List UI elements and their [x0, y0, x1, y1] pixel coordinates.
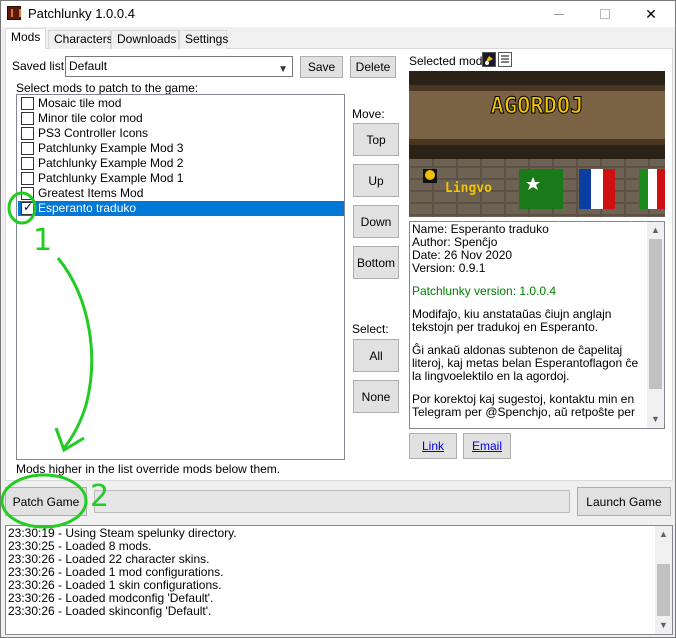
mod-item-label: Patchlunky Example Mod 3 — [38, 141, 184, 155]
scroll-up-icon[interactable]: ▲ — [655, 526, 672, 543]
move-up-button[interactable]: Up — [353, 164, 399, 197]
mod-checkbox[interactable] — [21, 157, 34, 170]
log-line: 23:30:26 - Loaded skinconfig 'Default'. — [8, 604, 212, 618]
mod-checkbox[interactable] — [21, 142, 34, 155]
move-down-button[interactable]: Down — [353, 205, 399, 238]
minimize-button[interactable] — [536, 1, 582, 27]
mod-item-label: Minor tile color mod — [38, 111, 143, 125]
title-bar: Patchlunky 1.0.0.4 ✕ — [1, 1, 675, 27]
tab-downloads[interactable]: Downloads — [111, 30, 179, 49]
mod-item[interactable]: Patchlunky Example Mod 3 — [18, 141, 344, 156]
mod-item-label: Esperanto traduko — [38, 201, 137, 215]
link-button-label: Link — [421, 439, 444, 453]
scroll-down-icon[interactable]: ▼ — [647, 411, 664, 428]
document-lines-icon — [501, 55, 509, 63]
mod-item-label: Mosaic tile mod — [38, 96, 122, 110]
mod-checkbox[interactable] — [21, 172, 34, 185]
log-output[interactable]: 23:30:19 - Using Steam spelunky director… — [5, 525, 673, 635]
minimize-icon — [554, 13, 564, 15]
saved-list-dropdown[interactable]: Default ▼ — [65, 56, 293, 77]
mod-checkbox[interactable] — [21, 127, 34, 140]
mod-item[interactable]: Greatest Items Mod — [18, 186, 344, 201]
scroll-down-icon[interactable]: ▼ — [655, 617, 672, 634]
patch-progress-bar — [94, 490, 570, 513]
select-none-button[interactable]: None — [353, 380, 399, 413]
mod-item-label: PS3 Controller Icons — [38, 126, 149, 140]
selected-mod-label: Selected mod: — [409, 54, 486, 68]
move-bottom-button[interactable]: Bottom — [353, 246, 399, 279]
mod-checkbox[interactable] — [21, 97, 34, 110]
log-scrollbar[interactable]: ▲ ▼ — [655, 526, 672, 634]
mod-item[interactable]: PS3 Controller Icons — [18, 126, 344, 141]
save-button[interactable]: Save — [300, 56, 343, 78]
select-label: Select: — [352, 322, 389, 336]
mod-item-selected[interactable]: Esperanto traduko — [18, 200, 344, 216]
move-label: Move: — [352, 107, 385, 121]
close-icon: ✕ — [645, 5, 657, 22]
mod-checkbox[interactable] — [21, 187, 34, 200]
mod-item[interactable]: Mosaic tile mod — [18, 96, 344, 111]
window-title: Patchlunky 1.0.0.4 — [28, 6, 135, 21]
text-view-icon[interactable] — [498, 52, 512, 67]
saved-list-label: Saved list: — [12, 59, 68, 73]
scroll-thumb[interactable] — [649, 239, 662, 389]
mod-item-label: Greatest Items Mod — [38, 186, 144, 200]
preview-subtitle: Lingvo — [445, 181, 492, 196]
patchlunky-version: Patchlunky version: 1.0.0.4 — [412, 284, 557, 298]
mod-item-label: Patchlunky Example Mod 1 — [38, 171, 184, 185]
mod-item-label: Patchlunky Example Mod 2 — [38, 156, 184, 170]
tab-mods[interactable]: Mods — [5, 28, 46, 49]
close-button[interactable]: ✕ — [628, 1, 674, 27]
override-note: Mods higher in the list override mods be… — [16, 462, 281, 476]
mod-item[interactable]: Patchlunky Example Mod 1 — [18, 171, 344, 186]
image-view-icon[interactable] — [482, 52, 496, 67]
patch-game-button[interactable]: Patch Game — [5, 487, 87, 516]
app-window: Patchlunky 1.0.0.4 ✕ Mods Characters Dow… — [0, 0, 676, 638]
mod-description-2: Ĝi ankaŭ aldonas subtenon de ĉapelitaj l… — [412, 343, 639, 383]
preview-art: AGORDOJ Lingvo — [409, 71, 665, 217]
scroll-thumb[interactable] — [657, 564, 670, 616]
link-button[interactable]: Link — [409, 433, 457, 459]
preview-title: AGORDOJ — [491, 94, 584, 119]
mod-item[interactable]: Patchlunky Example Mod 2 — [18, 156, 344, 171]
select-all-button[interactable]: All — [353, 339, 399, 372]
paint-icon — [485, 56, 493, 65]
maximize-button[interactable] — [582, 1, 628, 27]
mod-preview-image: AGORDOJ Lingvo — [409, 71, 665, 217]
tab-settings[interactable]: Settings — [179, 30, 228, 49]
mod-list[interactable]: Mosaic tile mod Minor tile color mod PS3… — [16, 94, 345, 460]
mod-item[interactable]: Minor tile color mod — [18, 111, 344, 126]
launch-game-button[interactable]: Launch Game — [577, 487, 671, 516]
mod-description-1: Modifaĵo, kiu anstataŭas ĉiujn anglajn t… — [412, 307, 612, 334]
chevron-down-icon: ▼ — [278, 64, 288, 75]
mod-info-panel[interactable]: Name: Esperanto traduko Author: Spenĉjo … — [409, 221, 665, 429]
tab-characters[interactable]: Characters — [48, 30, 113, 49]
saved-list-value: Default — [69, 59, 108, 73]
email-button-label: Email — [471, 439, 502, 453]
delete-button[interactable]: Delete — [350, 56, 396, 78]
maximize-icon — [600, 9, 610, 19]
mod-version: Version: 0.9.1 — [412, 261, 486, 275]
move-top-button[interactable]: Top — [353, 123, 399, 156]
patchlunky-app-icon — [7, 6, 21, 20]
email-button[interactable]: Email — [463, 433, 511, 459]
mod-description-3: Por korektoj kaj sugestoj, kontaktu min … — [412, 392, 635, 419]
mod-checkbox[interactable] — [21, 112, 34, 125]
mod-checkbox-checked[interactable] — [21, 200, 34, 215]
mods-heading: Select mods to patch to the game: — [16, 81, 199, 95]
info-scrollbar[interactable]: ▲ ▼ — [647, 222, 664, 428]
scroll-up-icon[interactable]: ▲ — [647, 222, 664, 239]
